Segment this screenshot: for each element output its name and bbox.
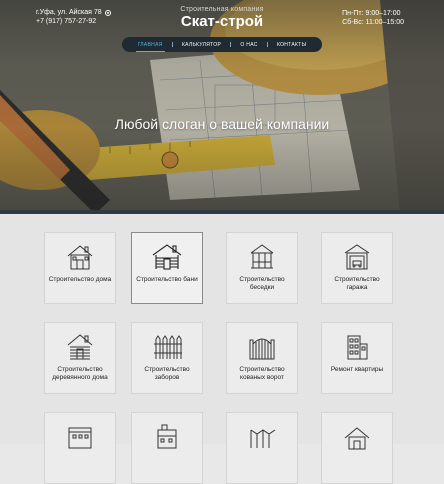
service-tile-factory[interactable] [131,412,203,484]
nav-item-home[interactable]: ГЛАВНАЯ [135,40,165,52]
service-tile-building[interactable] [44,412,116,484]
service-tile-bathhouse[interactable]: Строительство бани [131,232,203,304]
nav-item-about[interactable]: О НАС [238,40,259,50]
hero-banner: г.Уфа, ул. Айская 78 +7 (917) 757-27-92 … [0,0,444,214]
service-tile-panels[interactable] [226,412,298,484]
gate-icon [249,338,275,360]
hours-weekend: Сб-Вс: 11:00–15:00 [342,19,404,26]
hero-slogan: Любой слоган о вашей компании [114,116,330,132]
service-tile-fence[interactable]: Строительство заборов [131,322,203,394]
nav-divider [266,42,268,47]
nav-item-calculator[interactable]: КАЛЬКУЛЯТОР [180,40,223,50]
service-tile-gazebo[interactable]: Строительство беседки [226,232,298,304]
service-label: Строительство гаража [334,276,380,291]
service-label: Строительство дома [48,276,112,283]
nav-divider [171,42,173,47]
service-tile-garage[interactable]: Строительство гаража [321,232,393,304]
nav-divider [230,42,232,47]
house-icon [67,245,93,270]
service-tile-house[interactable]: Строительство дома [44,232,116,304]
service-label: Строительство деревянного дома [52,366,108,381]
service-label: Ремонт квартиры [330,366,384,373]
panels-icon [250,429,276,448]
service-label: Строительство заборов [144,366,190,381]
working-hours: Пн-Пт: 9:00–17:00 Сб-Вс: 11:00–15:00 [342,9,404,27]
main-nav: ГЛАВНАЯ КАЛЬКУЛЯТОР О НАС КОНТАКТЫ [122,37,322,52]
log-house-icon [67,334,93,360]
fence-icon [154,335,182,359]
service-tile-log-house[interactable]: Строительство деревянного дома [44,322,116,394]
building-icon [68,427,92,449]
hero-bottom-bar [0,210,444,214]
garage-icon [344,244,370,270]
service-tile-gate[interactable]: Строительство кованых ворот [226,322,298,394]
factory-icon [157,424,177,449]
service-tile-house-outline[interactable] [321,412,393,484]
hours-weekday: Пн-Пт: 9:00–17:00 [342,10,401,17]
service-tile-apartment[interactable]: Ремонт квартиры [321,322,393,394]
service-label: Строительство беседки [239,276,285,291]
apartment-icon [347,335,368,360]
service-label: Строительство кованых ворот [239,366,285,381]
bathhouse-icon [152,244,182,270]
gazebo-icon [250,244,274,269]
services-section: Строительство дома Строительство бани Ст… [0,215,444,484]
service-label: Строительство бани [136,276,198,283]
nav-item-contacts[interactable]: КОНТАКТЫ [275,40,308,50]
house-outline-icon [344,427,370,450]
